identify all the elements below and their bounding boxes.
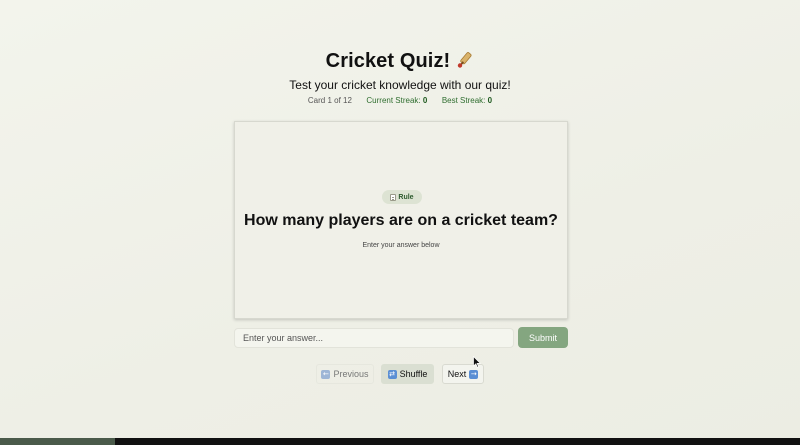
badge-label: Rule (398, 193, 414, 201)
submit-button[interactable]: Submit (518, 327, 568, 348)
bottom-bar-strip (0, 438, 115, 445)
best-streak-value: 0 (487, 96, 493, 105)
current-streak-value: 0 (422, 96, 428, 105)
shuffle-icon: ⇄ (387, 369, 397, 379)
rule-icon (390, 193, 397, 201)
answer-hint: Enter your answer below (362, 242, 440, 249)
shuffle-button[interactable]: ⇄ Shuffle (381, 364, 434, 384)
category-badge: Rule (382, 190, 422, 204)
next-label: Next (447, 369, 467, 379)
answer-input[interactable] (234, 328, 514, 348)
bottom-bar (0, 438, 800, 445)
left-arrow-icon: ← (321, 369, 331, 379)
right-arrow-icon: → (469, 369, 479, 379)
shuffle-label: Shuffle (399, 369, 428, 379)
card-progress: Card 1 of 12 (307, 96, 352, 105)
previous-label: Previous (333, 369, 369, 379)
best-streak: Best Streak: 0 (441, 96, 493, 105)
previous-button[interactable]: ← Previous (316, 364, 374, 384)
stats-row: Card 1 of 12 Current Streak: 0 Best Stre… (0, 96, 800, 105)
question-text: How many players are on a cricket team? (244, 212, 558, 229)
page-subtitle: Test your cricket knowledge with our qui… (289, 78, 511, 92)
cricket-bat-icon (456, 51, 474, 75)
page-title: Cricket Quiz! (0, 50, 800, 75)
quiz-app: Cricket Quiz! Test your cricket knowledg… (0, 0, 800, 445)
flash-card[interactable]: Rule How many players are on a cricket t… (234, 121, 568, 319)
mouse-cursor-icon (473, 356, 481, 368)
current-streak: Current Streak: 0 (366, 96, 428, 105)
title-text: Cricket Quiz! (325, 50, 451, 72)
